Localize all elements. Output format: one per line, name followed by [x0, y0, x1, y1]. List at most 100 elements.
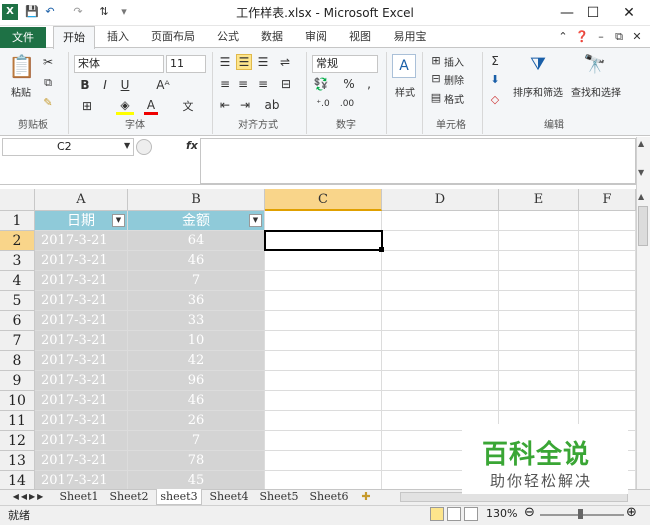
column-header-a[interactable]: A: [35, 189, 128, 211]
comma-style-icon[interactable]: ,: [362, 77, 376, 91]
row-header[interactable]: 1: [0, 211, 35, 231]
format-cells-icon[interactable]: ▤: [428, 91, 444, 104]
empty-cell[interactable]: [265, 291, 382, 311]
scroll-thumb[interactable]: [638, 206, 648, 246]
delete-cells-icon[interactable]: ⊟: [428, 72, 444, 85]
sheet-tab-2[interactable]: Sheet2: [106, 489, 152, 505]
vertical-scrollbar[interactable]: [636, 137, 650, 489]
empty-cell[interactable]: [265, 251, 382, 271]
normal-view-icon[interactable]: [430, 507, 444, 521]
name-box-dropdown-icon[interactable]: ▼: [124, 141, 130, 150]
save-icon[interactable]: 💾: [24, 4, 40, 20]
row-header[interactable]: 14: [0, 471, 35, 489]
page-layout-view-icon[interactable]: [447, 507, 461, 521]
tab-file[interactable]: 文件: [0, 27, 46, 48]
percent-button[interactable]: %: [342, 77, 356, 91]
empty-cell[interactable]: [265, 271, 382, 291]
close-button[interactable]: ✕: [606, 0, 650, 26]
amount-cell[interactable]: 26: [128, 411, 265, 431]
empty-cell[interactable]: [579, 251, 636, 271]
empty-cell[interactable]: [382, 371, 499, 391]
empty-cell[interactable]: [382, 211, 499, 231]
formula-expand-up-icon[interactable]: ▲: [638, 139, 644, 148]
styles-button[interactable]: 样式: [390, 84, 420, 99]
clear-icon[interactable]: ◇: [488, 93, 502, 106]
cut-icon[interactable]: ✂: [40, 55, 56, 69]
empty-cell[interactable]: [265, 331, 382, 351]
sort-filter-button[interactable]: 排序和筛选: [510, 84, 566, 99]
date-cell[interactable]: 2017-3-21: [35, 251, 128, 271]
empty-cell[interactable]: [499, 271, 579, 291]
format-cells-button[interactable]: 格式: [444, 91, 468, 106]
sort-icon[interactable]: ⇅: [96, 4, 112, 20]
doc-minimize-icon[interactable]: –: [594, 26, 608, 48]
zoom-out-icon[interactable]: ⊖: [524, 505, 535, 520]
tab-data[interactable]: 数据: [254, 26, 290, 48]
scroll-up-icon[interactable]: ▲: [638, 192, 644, 201]
currency-icon[interactable]: 💱: [312, 77, 330, 91]
sheet-nav-arrows-icon[interactable]: ◀◀▶▶: [4, 489, 54, 505]
font-name-select[interactable]: 宋体: [74, 55, 164, 73]
align-right-icon[interactable]: ≡: [256, 77, 270, 91]
row-header[interactable]: 5: [0, 291, 35, 311]
tab-insert[interactable]: 插入: [100, 26, 136, 48]
select-all-corner[interactable]: [0, 189, 35, 211]
empty-cell[interactable]: [579, 351, 636, 371]
empty-cell[interactable]: [579, 271, 636, 291]
empty-cell[interactable]: [382, 311, 499, 331]
zoom-slider-thumb[interactable]: [578, 509, 583, 519]
zoom-level[interactable]: 130%: [486, 507, 517, 520]
paste-button[interactable]: 粘贴: [6, 84, 36, 99]
date-cell[interactable]: 2017-3-21: [35, 311, 128, 331]
amount-cell[interactable]: 64: [128, 231, 265, 251]
copy-icon[interactable]: ⧉: [40, 76, 56, 90]
insert-sheet-icon[interactable]: ✚: [358, 489, 374, 505]
empty-cell[interactable]: [499, 211, 579, 231]
amount-cell[interactable]: 10: [128, 331, 265, 351]
sheet-tab-3-active[interactable]: sheet3: [156, 489, 202, 505]
tab-view[interactable]: 视图: [342, 26, 378, 48]
date-cell[interactable]: 2017-3-21: [35, 431, 128, 451]
empty-cell[interactable]: [382, 391, 499, 411]
amount-cell[interactable]: 96: [128, 371, 265, 391]
empty-cell[interactable]: [265, 351, 382, 371]
fill-handle[interactable]: [379, 247, 384, 252]
tab-formulas[interactable]: 公式: [208, 26, 248, 48]
empty-cell[interactable]: [265, 451, 382, 471]
zoom-in-icon[interactable]: ⊕: [626, 505, 637, 520]
empty-cell[interactable]: [499, 351, 579, 371]
empty-cell[interactable]: [265, 371, 382, 391]
empty-cell[interactable]: [382, 231, 499, 251]
customize-qat-icon[interactable]: ▾: [116, 4, 132, 20]
row-header[interactable]: 10: [0, 391, 35, 411]
date-cell[interactable]: 2017-3-21: [35, 471, 128, 489]
row-header[interactable]: 11: [0, 411, 35, 431]
date-cell[interactable]: 2017-3-21: [35, 371, 128, 391]
amount-cell[interactable]: 36: [128, 291, 265, 311]
empty-cell[interactable]: [579, 291, 636, 311]
empty-cell[interactable]: [382, 351, 499, 371]
find-select-button[interactable]: 查找和选择: [568, 84, 624, 99]
autosum-icon[interactable]: Σ: [488, 54, 502, 68]
column-header-b[interactable]: B: [128, 189, 265, 211]
redo-icon[interactable]: ↷: [70, 4, 86, 20]
insert-cells-icon[interactable]: ⊞: [428, 54, 444, 67]
decrease-decimal-icon[interactable]: .00: [336, 99, 358, 109]
row-header[interactable]: 3: [0, 251, 35, 271]
doc-close-icon[interactable]: ✕: [630, 26, 644, 48]
delete-cells-button[interactable]: 删除: [444, 72, 468, 87]
align-center-icon[interactable]: ≡: [236, 77, 250, 91]
font-color-icon[interactable]: A: [144, 98, 158, 115]
fill-icon[interactable]: ⬇: [488, 73, 502, 86]
empty-cell[interactable]: [382, 331, 499, 351]
sheet-tab-1[interactable]: Sheet1: [56, 489, 102, 505]
filter-dropdown-icon[interactable]: ▼: [112, 214, 125, 227]
tab-easy-tools[interactable]: 易用宝: [388, 26, 432, 48]
empty-cell[interactable]: [265, 211, 382, 231]
empty-cell[interactable]: [265, 311, 382, 331]
sort-filter-icon[interactable]: ⧩: [524, 54, 552, 75]
align-bottom-icon[interactable]: ☰: [256, 55, 270, 69]
font-grow-icon[interactable]: Aᴬ: [150, 78, 176, 92]
empty-cell[interactable]: [499, 371, 579, 391]
row-header[interactable]: 6: [0, 311, 35, 331]
